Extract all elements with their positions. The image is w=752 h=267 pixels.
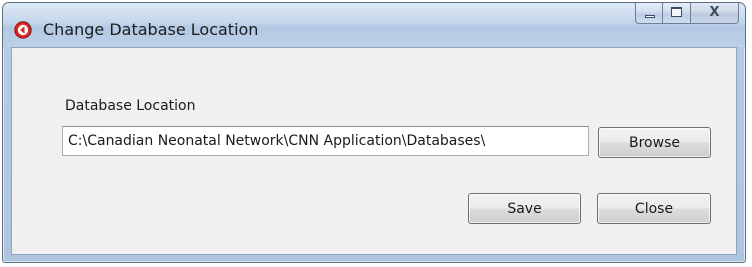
minimize-icon: [645, 15, 655, 18]
maximize-icon: [671, 7, 682, 17]
close-button[interactable]: Close: [597, 193, 711, 224]
app-logo-icon: [14, 21, 32, 39]
caption-buttons: X: [635, 3, 739, 24]
window-title: Change Database Location: [43, 20, 259, 39]
browse-button[interactable]: Browse: [598, 127, 711, 158]
maximize-button[interactable]: [663, 3, 691, 24]
database-location-label: Database Location: [65, 98, 196, 114]
close-icon: X: [709, 5, 720, 20]
save-button[interactable]: Save: [468, 193, 581, 224]
database-location-input[interactable]: [62, 126, 589, 156]
title-bar[interactable]: Change Database Location X: [3, 3, 745, 47]
dialog-body: Database Location Browse Save Close: [11, 47, 737, 255]
minimize-button[interactable]: [635, 3, 663, 24]
close-window-button[interactable]: X: [691, 3, 739, 24]
dialog-window: Change Database Location X Database Loca…: [2, 2, 746, 263]
